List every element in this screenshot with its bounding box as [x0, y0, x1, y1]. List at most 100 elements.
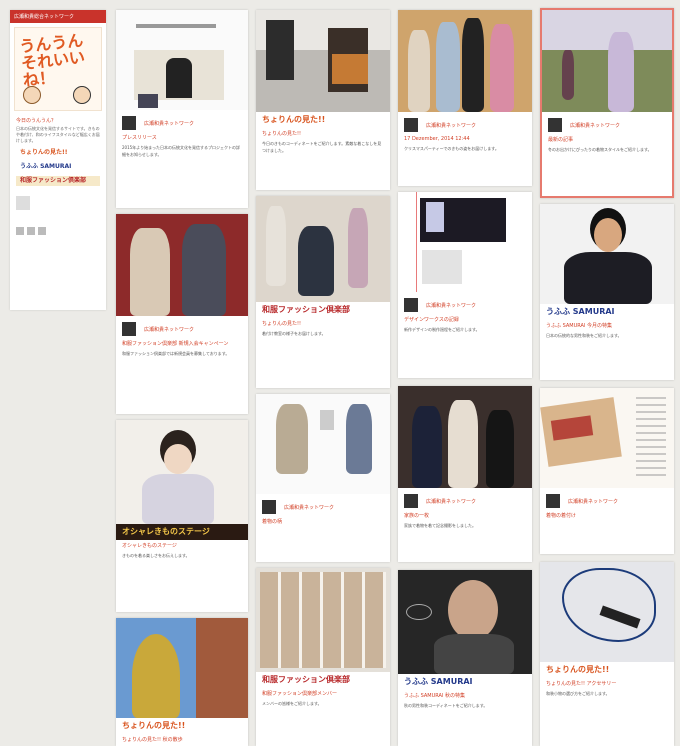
sidebar: 広瀬和貴総合ネットワーク うんうん それいいね！ 今日のうんうん？ 日本の伝統文…	[10, 10, 106, 310]
post-excerpt: 着付け教室の様子をお届けします。	[262, 331, 326, 336]
post-card[interactable]: 和服ファッション倶楽部 ちょりんの見た!! 着付け教室の様子をお届けします。	[256, 196, 390, 388]
post-excerpt: 日本の伝統的な男性和装をご紹介します。	[546, 333, 622, 338]
post-excerpt: 今日のきものコーディネートをご紹介します。素敵な着こなしを見つけました。	[262, 141, 382, 153]
post-excerpt: 家族で着物を着て記念撮影をしました。	[404, 523, 476, 528]
post-card[interactable]: 広瀬和貴ネットワーク プレスリリース 2015年より始まった日本の伝統文化を発信…	[116, 10, 248, 208]
post-excerpt: 秋の男性和装コーディネートをご紹介します。	[404, 703, 488, 708]
post-card[interactable]: 広瀬和貴ネットワーク デザインワークスの記録 新作デザインの制作過程をご紹介しま…	[398, 192, 532, 378]
post-card[interactable]: ちょりんの見た!! ちょりんの見た!! アクセサリー 和装小物の選び方をご紹介し…	[540, 562, 674, 746]
post-title[interactable]: うふふ SAMURAI 今月の特集	[540, 320, 674, 331]
sidebar-button[interactable]	[16, 196, 30, 210]
post-thumbnail	[540, 388, 674, 488]
author-avatar[interactable]	[404, 298, 418, 312]
post-card[interactable]: 広瀬和貴ネットワーク 和服ファッション倶楽部 新規入会キャンペーン 和服ファッシ…	[116, 214, 248, 414]
sidebar-text: 日本の伝統文化を発信するサイトです。きものや着付け、和のライフスタイルなど幅広く…	[16, 126, 100, 143]
post-thumbnail	[542, 10, 672, 112]
author-avatar[interactable]	[404, 118, 418, 132]
post-excerpt: 2015年より始まった日本の伝統文化を発信するプロジェクトの詳細をお知らせします…	[122, 145, 240, 157]
post-title[interactable]: うふふ SAMURAI 秋の特集	[398, 690, 532, 701]
post-excerpt: クリスマスパーティーでのきもの姿をお届けします。	[404, 146, 499, 151]
post-thumbnail	[116, 214, 248, 316]
post-title[interactable]: 着物の着付け	[540, 510, 674, 521]
author-name[interactable]: 広瀬和貴ネットワーク	[144, 326, 194, 333]
post-thumbnail	[256, 10, 390, 112]
sidebar-banner-samurai[interactable]: うふふ SAMURAI	[16, 162, 100, 172]
post-thumbnail	[116, 10, 248, 110]
post-thumbnail	[256, 394, 390, 494]
author-avatar[interactable]	[548, 118, 562, 132]
post-card[interactable]: 広瀬和貴ネットワーク 着物の着付け	[540, 388, 674, 554]
post-title[interactable]: プレスリリース	[116, 132, 248, 143]
post-thumbnail	[540, 562, 674, 662]
post-excerpt: メンバーの皆様をご紹介します。	[262, 701, 322, 706]
post-thumbnail	[116, 420, 248, 524]
author-avatar[interactable]	[122, 322, 136, 336]
post-title[interactable]: 17 Dezember, 2014 12:44	[398, 134, 532, 144]
post-title[interactable]: ちょりんの見た!! 秋の散歩	[116, 734, 248, 745]
post-title[interactable]: オシャレきものステージ	[116, 540, 248, 551]
post-title[interactable]: 和服ファッション倶楽部メンバー	[256, 688, 390, 699]
logo-text: うんうん それいいね！	[18, 30, 86, 91]
post-title[interactable]: 着物の柄	[256, 516, 390, 527]
author-avatar[interactable]	[404, 494, 418, 508]
author-avatar[interactable]	[546, 494, 560, 508]
post-banner-chorin: ちょりんの見た!!	[256, 112, 390, 128]
social-icon-2[interactable]	[27, 227, 35, 235]
post-thumbnail	[398, 386, 532, 488]
post-card[interactable]: 和服ファッション倶楽部 和服ファッション倶楽部メンバー メンバーの皆様をご紹介し…	[256, 568, 390, 746]
post-title[interactable]: 最新の記事	[542, 134, 672, 145]
post-card[interactable]: ちょりんの見た!! ちょりんの見た!! 今日のきものコーディネートをご紹介します…	[256, 10, 390, 190]
post-thumbnail	[116, 618, 248, 718]
post-title[interactable]: ちょりんの見た!! アクセサリー	[540, 678, 674, 689]
author-name[interactable]: 広瀬和貴ネットワーク	[284, 504, 334, 511]
post-title[interactable]: 和服ファッション倶楽部 新規入会キャンペーン	[116, 338, 248, 349]
post-thumbnail	[398, 10, 532, 112]
post-excerpt: 冬のお出かけにぴったりの着物スタイルをご紹介します。	[548, 147, 652, 152]
post-card-highlighted[interactable]: 広瀬和貴ネットワーク 最新の記事 冬のお出かけにぴったりの着物スタイルをご紹介し…	[540, 8, 674, 198]
person-icon	[73, 86, 91, 104]
site-logo[interactable]: うんうん それいいね！	[14, 27, 102, 111]
social-icon-1[interactable]	[16, 227, 24, 235]
post-thumbnail	[398, 192, 532, 292]
post-excerpt: 新作デザインの制作過程をご紹介します。	[404, 327, 480, 332]
author-name[interactable]: 広瀬和貴ネットワーク	[570, 122, 620, 129]
post-excerpt: 和装小物の選び方をご紹介します。	[546, 691, 610, 696]
sidebar-banner-kiki[interactable]: 和服ファッション倶楽部	[16, 176, 100, 186]
post-banner-kiki: 和服ファッション倶楽部	[256, 672, 390, 688]
post-card[interactable]: うふふ SAMURAI うふふ SAMURAI 今月の特集 日本の伝統的な男性和…	[540, 204, 674, 380]
author-name[interactable]: 広瀬和貴ネットワーク	[426, 122, 476, 129]
post-thumbnail	[398, 570, 532, 674]
post-card[interactable]: ちょりんの見た!! ちょりんの見た!! 秋の散歩	[116, 618, 248, 746]
author-avatar[interactable]	[262, 500, 276, 514]
sidebar-title[interactable]: 今日のうんうん？	[16, 117, 100, 124]
post-banner-okazu: オシャレきものステージ	[116, 524, 248, 540]
post-title[interactable]: ちょりんの見た!!	[256, 128, 390, 139]
sidebar-header: 広瀬和貴総合ネットワーク	[10, 10, 106, 23]
post-title[interactable]: ちょりんの見た!!	[256, 318, 390, 329]
post-excerpt: 和服ファッション倶楽部では新規会員を募集しております。	[122, 351, 230, 356]
post-banner-samurai: うふふ SAMURAI	[540, 304, 674, 320]
sidebar-banner-chorin[interactable]: ちょりんの見た!!	[16, 148, 100, 158]
author-name[interactable]: 広瀬和貴ネットワーク	[426, 302, 476, 309]
post-title[interactable]: 家族の一枚	[398, 510, 532, 521]
author-name[interactable]: 広瀬和貴ネットワーク	[426, 498, 476, 505]
post-card[interactable]: 広瀬和貴ネットワーク 家族の一枚 家族で着物を着て記念撮影をしました。	[398, 386, 532, 562]
author-name[interactable]: 広瀬和貴ネットワーク	[568, 498, 618, 505]
post-excerpt: きものを着る楽しさをお伝えします。	[122, 553, 190, 558]
post-card[interactable]: 広瀬和貴ネットワーク 着物の柄	[256, 394, 390, 562]
social-icon-3[interactable]	[38, 227, 46, 235]
post-title[interactable]: デザインワークスの記録	[398, 314, 532, 325]
post-card[interactable]: オシャレきものステージ オシャレきものステージ きものを着る楽しさをお伝えします…	[116, 420, 248, 612]
post-thumbnail	[540, 204, 674, 304]
post-card[interactable]: うふふ SAMURAI うふふ SAMURAI 秋の特集 秋の男性和装コーディネ…	[398, 570, 532, 746]
post-thumbnail	[256, 568, 390, 672]
character-icon	[23, 86, 41, 104]
author-name[interactable]: 広瀬和貴ネットワーク	[144, 120, 194, 127]
post-thumbnail	[256, 196, 390, 302]
author-avatar[interactable]	[122, 116, 136, 130]
post-banner-chorin: ちょりんの見た!!	[116, 718, 248, 734]
post-banner-kiki: 和服ファッション倶楽部	[256, 302, 390, 318]
post-card[interactable]: 広瀬和貴ネットワーク 17 Dezember, 2014 12:44 クリスマス…	[398, 10, 532, 186]
post-banner-samurai: うふふ SAMURAI	[398, 674, 532, 690]
post-banner-chorin: ちょりんの見た!!	[540, 662, 674, 678]
